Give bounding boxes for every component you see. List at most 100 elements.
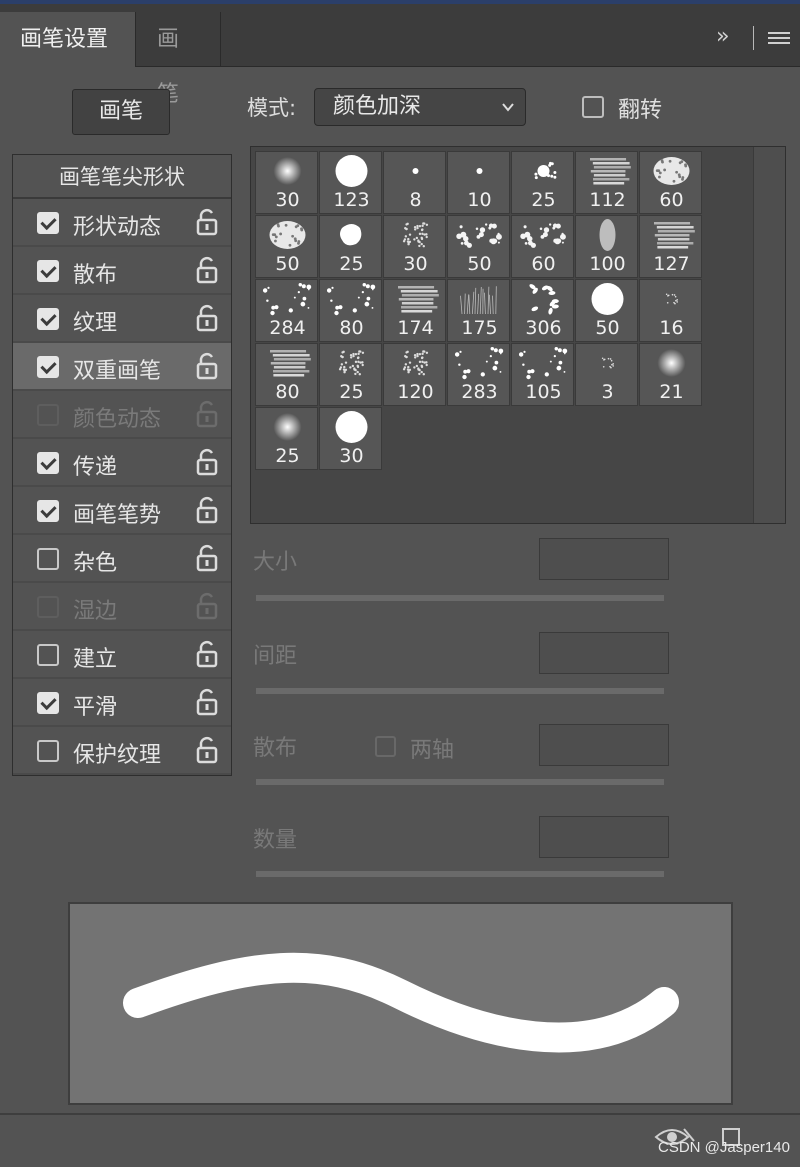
brush-tip-cell[interactable]: 306 — [511, 279, 574, 342]
option-checkbox[interactable] — [37, 452, 59, 474]
spacing-slider[interactable] — [256, 688, 664, 694]
double-chevron-right-icon[interactable]: ›› — [716, 24, 729, 49]
tab-brushes[interactable]: 画笔 — [137, 12, 221, 107]
unlock-icon[interactable] — [195, 255, 219, 289]
unlock-icon[interactable] — [195, 639, 219, 673]
brush-tip-cell[interactable]: 123 — [319, 151, 382, 214]
spacing-field[interactable] — [539, 632, 669, 674]
brush-size-label: 80 — [275, 381, 300, 403]
brush-tip-cell[interactable]: 283 — [447, 343, 510, 406]
brush-tip-cell[interactable]: 100 — [575, 215, 638, 278]
option-checkbox[interactable] — [37, 740, 59, 762]
option-row[interactable]: 散布 — [13, 247, 231, 295]
brush-tip-cell[interactable]: 50 — [575, 279, 638, 342]
scatter-field[interactable] — [539, 724, 669, 766]
option-checkbox[interactable] — [37, 260, 59, 282]
brush-tip-cell[interactable]: 50 — [447, 215, 510, 278]
brush-size-label: 127 — [653, 253, 690, 275]
brush-size-label: 10 — [467, 189, 492, 211]
brush-tip-cell[interactable]: 8 — [383, 151, 446, 214]
option-checkbox[interactable] — [37, 308, 59, 330]
count-label: 数量 — [253, 828, 298, 853]
brush-tip-icon — [320, 344, 383, 382]
brush-tip-cell[interactable]: 3 — [575, 343, 638, 406]
count-field[interactable] — [539, 816, 669, 858]
brush-size-label: 50 — [275, 253, 300, 275]
option-row[interactable]: 纹理 — [13, 295, 231, 343]
brush-tip-icon — [512, 344, 575, 382]
brush-tip-cell[interactable]: 60 — [511, 215, 574, 278]
unlock-icon[interactable] — [195, 447, 219, 481]
option-row[interactable]: 杂色 — [13, 535, 231, 583]
option-checkbox[interactable] — [37, 644, 59, 666]
brush-tip-cell[interactable]: 16 — [639, 279, 702, 342]
count-slider[interactable] — [256, 871, 664, 877]
brush-tip-cell[interactable]: 120 — [383, 343, 446, 406]
unlock-icon[interactable] — [195, 543, 219, 577]
size-slider[interactable] — [256, 595, 664, 601]
option-checkbox[interactable] — [37, 500, 59, 522]
brush-tip-icon — [448, 344, 511, 382]
brush-tip-cell[interactable]: 175 — [447, 279, 510, 342]
tab-brush-settings[interactable]: 画笔设置 — [0, 12, 136, 67]
option-checkbox[interactable] — [37, 356, 59, 378]
brush-size-label: 30 — [339, 445, 364, 467]
flip-checkbox[interactable] — [582, 96, 604, 118]
brush-tip-icon — [256, 152, 319, 190]
unlock-icon[interactable] — [195, 687, 219, 721]
unlock-icon[interactable] — [195, 303, 219, 337]
brush-stroke-preview — [68, 902, 733, 1105]
unlock-icon[interactable] — [195, 207, 219, 241]
brush-tip-icon — [384, 152, 447, 190]
mode-label: 模式: — [247, 96, 297, 120]
brush-tip-icon — [448, 280, 511, 318]
option-row[interactable]: 画笔笔势 — [13, 487, 231, 535]
brush-tip-cell[interactable]: 30 — [383, 215, 446, 278]
preset-scrollbar[interactable] — [753, 147, 785, 523]
brush-tip-cell[interactable]: 30 — [319, 407, 382, 470]
brush-tip-cell[interactable]: 80 — [319, 279, 382, 342]
brush-tip-cell[interactable]: 25 — [319, 215, 382, 278]
brush-tip-cell[interactable]: 25 — [319, 343, 382, 406]
brush-tip-cell[interactable]: 105 — [511, 343, 574, 406]
scatter-slider[interactable] — [256, 779, 664, 785]
both-axes-checkbox[interactable] — [375, 736, 396, 757]
unlock-icon — [195, 591, 219, 625]
brush-tip-cell[interactable]: 60 — [639, 151, 702, 214]
unlock-icon — [195, 399, 219, 433]
brush-tip-cell[interactable]: 284 — [255, 279, 318, 342]
brush-tip-cell[interactable]: 50 — [255, 215, 318, 278]
option-row: 湿边 — [13, 583, 231, 631]
mode-select[interactable]: 颜色加深 — [314, 88, 526, 126]
brush-tip-shape-item[interactable]: 画笔笔尖形状 — [13, 155, 231, 199]
size-field[interactable] — [539, 538, 669, 580]
option-checkbox[interactable] — [37, 212, 59, 234]
brush-tip-cell[interactable]: 80 — [255, 343, 318, 406]
option-row[interactable]: 双重画笔 — [13, 343, 231, 391]
brush-tip-icon — [576, 280, 639, 318]
unlock-icon[interactable] — [195, 351, 219, 385]
brush-presets-button[interactable]: 画笔 — [72, 89, 170, 135]
option-checkbox[interactable] — [37, 548, 59, 570]
option-row[interactable]: 形状动态 — [13, 199, 231, 247]
option-label: 画笔笔势 — [73, 503, 162, 528]
brush-size-label: 60 — [659, 189, 684, 211]
option-row[interactable]: 建立 — [13, 631, 231, 679]
brush-tip-cell[interactable]: 30 — [255, 151, 318, 214]
brush-tip-cell[interactable]: 10 — [447, 151, 510, 214]
option-row[interactable]: 平滑 — [13, 679, 231, 727]
brush-tip-cell[interactable]: 21 — [639, 343, 702, 406]
option-row[interactable]: 保护纹理 — [13, 727, 231, 775]
brush-tip-cell[interactable]: 174 — [383, 279, 446, 342]
brush-size-label: 16 — [659, 317, 684, 339]
brush-tip-cell[interactable]: 25 — [255, 407, 318, 470]
unlock-icon[interactable] — [195, 495, 219, 529]
hamburger-menu-icon[interactable] — [768, 32, 790, 46]
option-row[interactable]: 传递 — [13, 439, 231, 487]
chevron-down-icon — [501, 89, 515, 139]
unlock-icon[interactable] — [195, 735, 219, 769]
brush-tip-cell[interactable]: 127 — [639, 215, 702, 278]
brush-tip-cell[interactable]: 25 — [511, 151, 574, 214]
brush-tip-cell[interactable]: 112 — [575, 151, 638, 214]
option-checkbox[interactable] — [37, 692, 59, 714]
